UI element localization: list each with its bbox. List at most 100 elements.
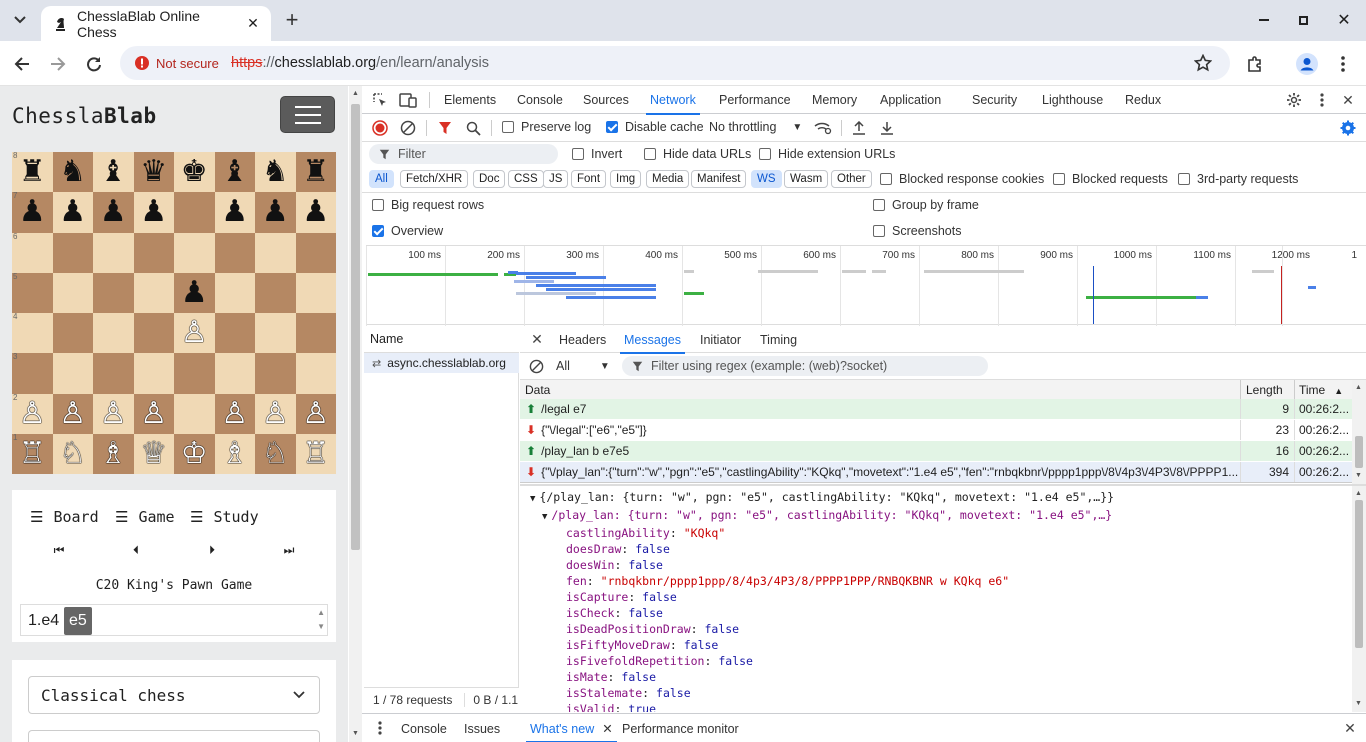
board-square-h3[interactable]: [295, 353, 336, 394]
invert-checkbox[interactable]: Invert: [572, 147, 622, 161]
board-square-e3[interactable]: [174, 353, 215, 394]
detail-tab-timing[interactable]: Timing: [760, 326, 797, 353]
network-conditions-button[interactable]: [813, 118, 833, 138]
json-root-node[interactable]: ▼ {/play_lan: {turn: "w", pgn: "e5", cast…: [520, 489, 1352, 507]
maximize-button[interactable]: [1289, 8, 1317, 32]
message-row[interactable]: ⬇ {"\/play_lan":{"turn":"w","pgn":"e5","c…: [520, 462, 1352, 483]
chess-piece[interactable]: ♝: [221, 157, 248, 187]
board-square-b4[interactable]: [52, 313, 93, 354]
chess-piece[interactable]: ♕: [140, 438, 167, 469]
board-square-e6[interactable]: [174, 232, 215, 273]
move-button-selected[interactable]: e5: [64, 607, 92, 635]
board-square-d7[interactable]: ♟: [133, 192, 174, 233]
board-square-a6[interactable]: 6: [12, 232, 53, 273]
board-menu-button[interactable]: ☰ Board: [30, 507, 99, 527]
message-row[interactable]: ⬇ {"\/legal":["e6","e5"]} 23 00:26:2...: [520, 420, 1352, 441]
forward-button[interactable]: [45, 51, 71, 77]
board-square-h2[interactable]: ♙: [295, 393, 336, 434]
chess-piece[interactable]: ♖: [19, 438, 46, 469]
devtools-tab-performance[interactable]: Performance: [719, 86, 791, 114]
devtools-tab-elements[interactable]: Elements: [444, 86, 496, 114]
bookmark-star-icon[interactable]: [1194, 54, 1212, 72]
board-square-e1[interactable]: ♔: [174, 433, 215, 474]
board-square-c7[interactable]: ♟: [93, 192, 134, 233]
board-square-g4[interactable]: [255, 313, 296, 354]
back-button[interactable]: [9, 51, 35, 77]
board-square-d3[interactable]: [133, 353, 174, 394]
board-square-g7[interactable]: ♟: [255, 192, 296, 233]
chess-piece[interactable]: ♟: [221, 197, 248, 227]
filter-chip-js[interactable]: JS: [543, 170, 569, 188]
json-property[interactable]: isStalemate: false: [520, 685, 1352, 701]
board-square-e7[interactable]: [174, 192, 215, 233]
name-column-header[interactable]: Name: [364, 326, 519, 353]
next-move-button[interactable]: ⏵: [197, 541, 227, 559]
chess-piece[interactable]: ♖: [302, 438, 329, 469]
url-text[interactable]: https://chesslablab.org/en/learn/analysi…: [231, 55, 489, 71]
board-square-b7[interactable]: ♟: [52, 192, 93, 233]
chess-piece[interactable]: ♛: [140, 157, 167, 187]
study-menu-button[interactable]: ☰ Study: [190, 507, 259, 527]
board-square-e5[interactable]: ♟: [174, 272, 215, 313]
chess-piece[interactable]: ♙: [140, 398, 167, 429]
site-logo[interactable]: ChesslaBlab: [12, 104, 157, 128]
board-square-d6[interactable]: [133, 232, 174, 273]
drawer-menu-button[interactable]: [370, 718, 390, 738]
board-square-h6[interactable]: [295, 232, 336, 273]
board-square-h7[interactable]: ♟: [295, 192, 336, 233]
json-property[interactable]: castlingAbility: "KQkq": [520, 525, 1352, 541]
chess-piece[interactable]: ♝: [100, 157, 127, 187]
chess-piece[interactable]: ♟: [262, 197, 289, 227]
board-square-b3[interactable]: [52, 353, 93, 394]
filter-chip-wasm[interactable]: Wasm: [784, 170, 829, 188]
board-square-g2[interactable]: ♙: [255, 393, 296, 434]
json-property[interactable]: isMate: false: [520, 669, 1352, 685]
message-type-select[interactable]: All ▼: [556, 359, 610, 373]
board-square-f7[interactable]: ♟: [214, 192, 255, 233]
big-request-rows-checkbox[interactable]: Big request rows: [372, 198, 484, 212]
json-property[interactable]: isFiftyMoveDraw: false: [520, 637, 1352, 653]
board-square-b8[interactable]: ♞: [52, 152, 93, 193]
board-square-h1[interactable]: ♖: [295, 433, 336, 474]
board-square-a5[interactable]: 5: [12, 272, 53, 313]
board-square-a4[interactable]: 4: [12, 313, 53, 354]
chess-piece[interactable]: ♚: [181, 157, 208, 187]
chess-piece[interactable]: ♟: [181, 277, 208, 308]
devtools-tab-memory[interactable]: Memory: [812, 86, 857, 114]
chess-piece[interactable]: ♙: [19, 398, 46, 429]
board-square-f8[interactable]: ♝: [214, 152, 255, 193]
board-square-g3[interactable]: [255, 353, 296, 394]
browser-menu-button[interactable]: [1330, 51, 1356, 77]
json-property[interactable]: isDeadPositionDraw: false: [520, 621, 1352, 637]
not-secure-chip[interactable]: Not secure: [128, 50, 227, 76]
chess-piece[interactable]: ♘: [59, 438, 86, 469]
scrollbar-thumb[interactable]: [1355, 500, 1363, 648]
json-child-node[interactable]: ▼/play_lan: {turn: "w", pgn: "e5", castl…: [520, 507, 1352, 525]
browser-tab[interactable]: ChesslaBlab Online Chess ✕: [41, 6, 271, 41]
device-toolbar-button[interactable]: [398, 90, 418, 110]
board-square-b1[interactable]: ♘: [52, 433, 93, 474]
board-square-h4[interactable]: [295, 313, 336, 354]
board-square-c6[interactable]: [93, 232, 134, 273]
devtools-tab-sources[interactable]: Sources: [583, 86, 629, 114]
board-square-a3[interactable]: 3: [12, 353, 53, 394]
chess-piece[interactable]: ♘: [262, 438, 289, 469]
chess-piece[interactable]: ♙: [181, 318, 208, 348]
blocked-requests-checkbox[interactable]: Blocked requests: [1053, 172, 1168, 186]
message-regex-filter-input[interactable]: Filter using regex (example: (web)?socke…: [622, 356, 988, 376]
search-button[interactable]: [463, 118, 483, 138]
filter-chip-media[interactable]: Media: [646, 170, 690, 188]
board-square-b6[interactable]: [52, 232, 93, 273]
import-har-button[interactable]: [849, 118, 869, 138]
new-tab-button[interactable]: +: [280, 7, 304, 32]
chess-piece[interactable]: ♟: [302, 197, 329, 227]
message-row[interactable]: ⬆ /play_lan b e7e5 16 00:26:2...: [520, 441, 1352, 462]
disable-cache-checkbox[interactable]: Disable cache: [606, 120, 704, 134]
chess-piece[interactable]: ♟: [140, 197, 167, 227]
drawer-tab-performance-monitor[interactable]: Performance monitor: [622, 714, 739, 742]
third-party-requests-checkbox[interactable]: 3rd-party requests: [1178, 172, 1298, 186]
board-square-c4[interactable]: [93, 313, 134, 354]
json-property[interactable]: isValid: true: [520, 701, 1352, 712]
chess-piece[interactable]: ♟: [19, 197, 46, 227]
close-detail-button[interactable]: ✕: [527, 329, 547, 349]
